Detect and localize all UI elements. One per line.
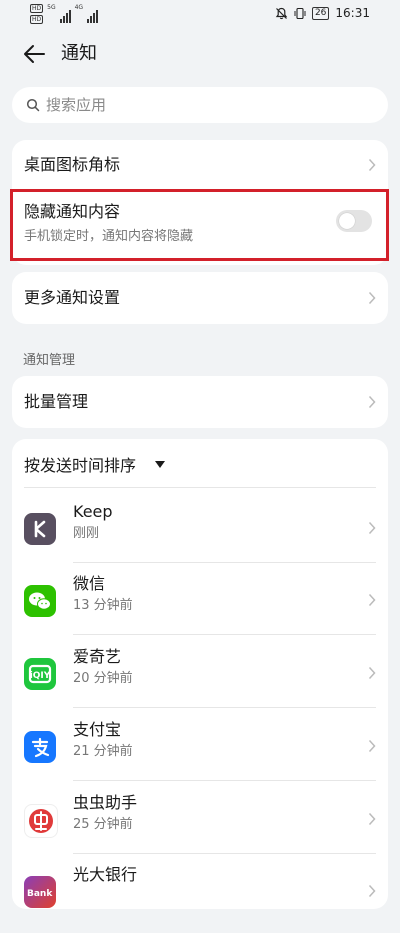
svg-text:iQIY: iQIY — [30, 671, 51, 681]
caret-down-icon[interactable] — [155, 461, 165, 469]
app-row-alipay[interactable]: 支付宝 21 分钟前 — [12, 716, 388, 788]
signal-icon — [59, 5, 71, 23]
alipay-icon — [24, 731, 56, 763]
status-right: 26 16:31 — [275, 6, 370, 20]
network-type-label: 5G — [47, 4, 56, 11]
chevron-right-icon — [368, 593, 376, 607]
back-arrow-icon[interactable] — [22, 43, 46, 65]
battery-icon: 26 — [311, 6, 330, 20]
section-title: 通知管理 — [23, 353, 76, 368]
divider — [73, 634, 376, 635]
status-bar: HD HD 5G 4G 26 16:31 — [0, 0, 400, 30]
batch-manage-row[interactable]: 批量管理 — [12, 376, 388, 428]
signal-icon — [87, 5, 99, 23]
chevron-right-icon — [368, 291, 376, 305]
app-row-wechat[interactable]: 微信 13 分钟前 — [12, 570, 388, 642]
app-name: 微信 — [73, 574, 106, 593]
chongchong-icon — [24, 804, 58, 838]
app-time: 13 分钟前 — [73, 598, 133, 613]
badge-setting-row[interactable] — [12, 140, 388, 188]
keep-icon — [24, 513, 56, 545]
clock: 16:31 — [335, 6, 370, 20]
app-name: 光大银行 — [73, 865, 138, 884]
divider — [73, 707, 376, 708]
divider — [24, 487, 376, 488]
app-time: 刚刚 — [73, 526, 100, 541]
vibrate-icon — [294, 7, 306, 19]
chevron-right-icon — [368, 812, 376, 826]
app-time: 21 分钟前 — [73, 744, 133, 759]
svg-text:Bank: Bank — [27, 889, 53, 899]
header: 通知 — [0, 30, 400, 78]
app-name: 爱奇艺 — [73, 647, 122, 666]
sort-label[interactable]: 按发送时间排序 — [24, 455, 136, 477]
wechat-icon — [24, 585, 56, 617]
hd-icon: HD — [30, 15, 44, 24]
status-left: HD HD 5G 4G — [30, 4, 99, 24]
app-time: 20 分钟前 — [73, 671, 133, 686]
search-input[interactable]: 搜索应用 — [12, 87, 388, 123]
cebbank-icon: Bank — [24, 876, 56, 908]
iqiyi-icon: iQIY — [24, 658, 56, 690]
mute-bell-icon — [275, 7, 288, 19]
app-row-chongchong[interactable]: 虫虫助手 25 分钟前 — [12, 789, 388, 861]
chevron-right-icon — [368, 666, 376, 680]
chevron-right-icon — [368, 884, 376, 898]
chevron-right-icon — [368, 395, 376, 409]
app-name: 虫虫助手 — [73, 793, 138, 812]
batch-manage-label: 批量管理 — [24, 392, 89, 411]
search-placeholder: 搜索应用 — [46, 96, 107, 114]
app-row-cebbank[interactable]: Bank 光大银行 — [12, 861, 388, 933]
app-row-iqiyi[interactable]: iQIY 爱奇艺 20 分钟前 — [12, 643, 388, 715]
more-settings-label: 更多通知设置 — [24, 288, 121, 307]
hd-indicators: HD HD — [30, 4, 44, 24]
highlight-annotation-box — [10, 189, 389, 261]
app-name: 支付宝 — [73, 720, 122, 739]
divider — [73, 853, 376, 854]
chevron-right-icon — [368, 521, 376, 535]
app-row-keep[interactable]: Keep 刚刚 — [12, 498, 388, 570]
search-icon — [26, 98, 40, 112]
app-name: Keep — [73, 502, 113, 521]
hd-icon: HD — [30, 4, 44, 13]
divider — [73, 562, 376, 563]
network-type-label: 4G — [74, 4, 84, 11]
app-time: 25 分钟前 — [73, 817, 133, 832]
more-settings-row[interactable]: 更多通知设置 — [12, 272, 388, 324]
divider — [73, 780, 376, 781]
page-title: 通知 — [61, 43, 97, 64]
chevron-right-icon — [368, 739, 376, 753]
